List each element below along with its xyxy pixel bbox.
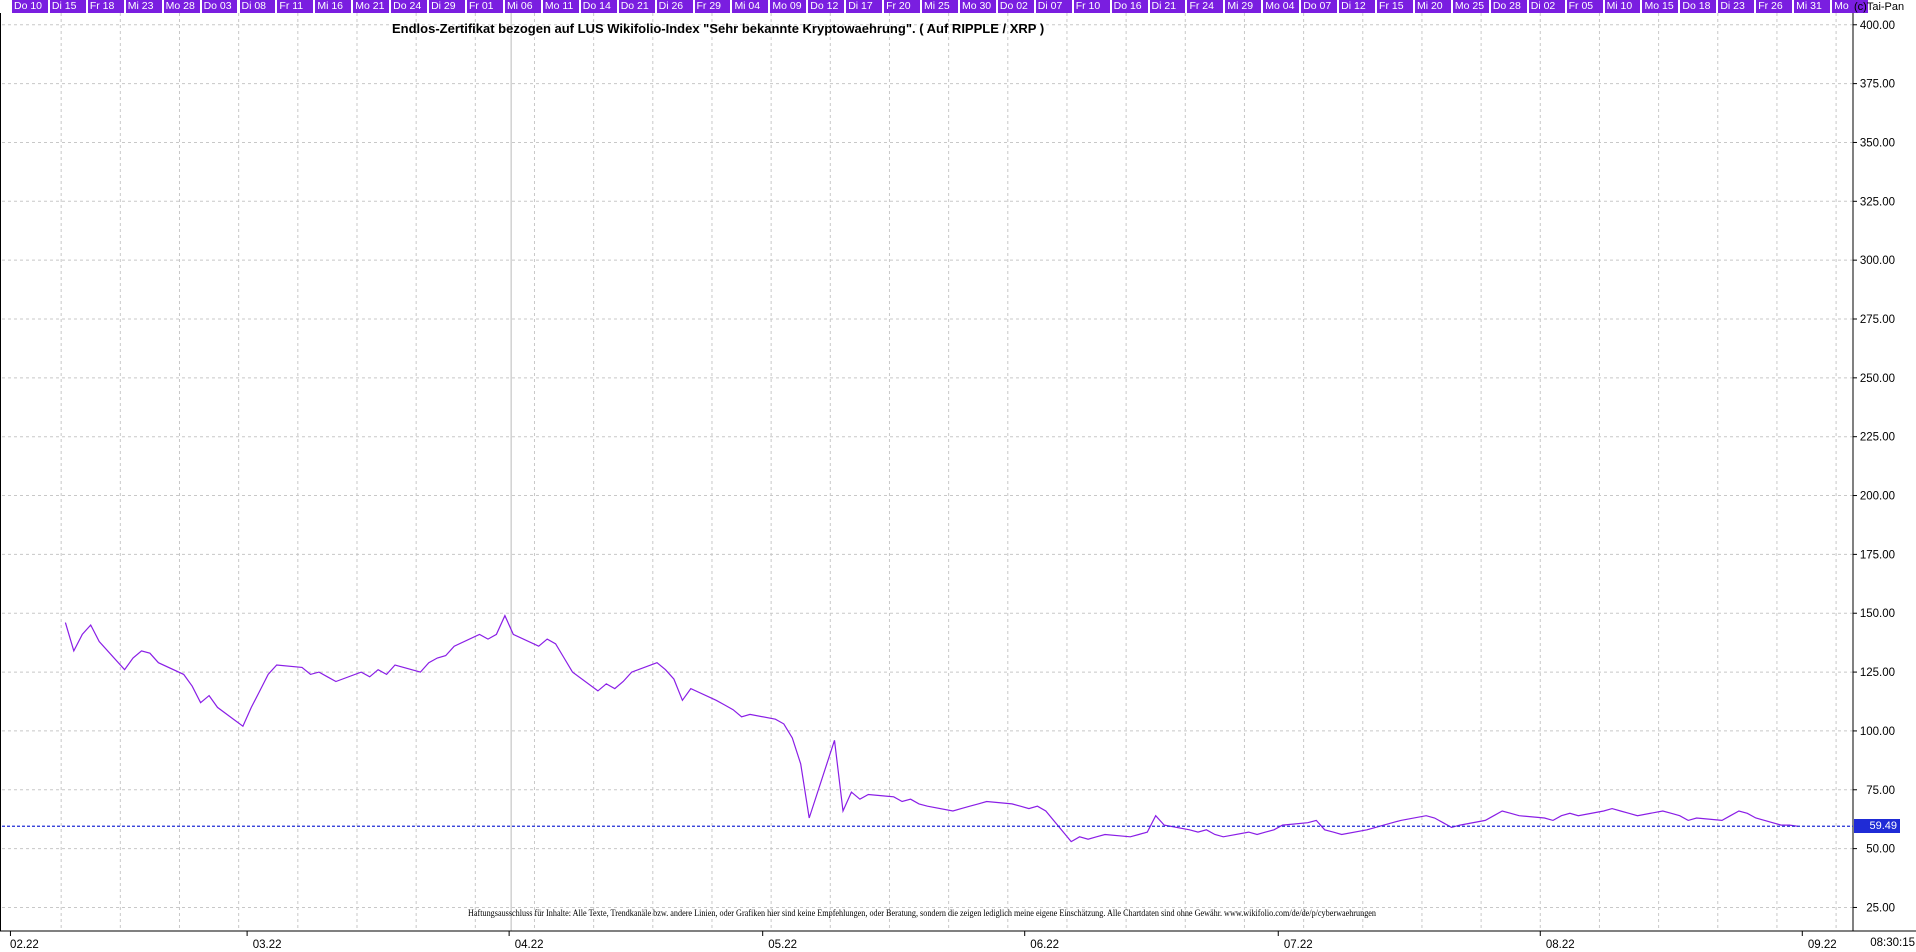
x-axis: 02.22 03.22 04.22 05.22 06.22 07.22 08.22 09.22 [10,939,1837,951]
date-strip-label: Fr 26 [1756,0,1793,13]
x-tick-label: 07.22 [1284,939,1313,951]
date-strip-label: Mo 30 [959,0,996,13]
price-chart: 25.00 50.00 75.00 100.00 125.00 150.00 175.00 2… [0,13,1916,951]
date-strip-label: Mo 28 [163,0,200,13]
y-tick-label: 150.00 [1860,608,1895,620]
date-strip-label: Mi 04 [732,0,769,13]
date-strip-label: Mo 04 [1263,0,1300,13]
date-strip-label: Mi 31 [1794,0,1831,13]
y-tick-label: 225.00 [1860,432,1895,444]
date-strip-label: Fr 05 [1566,0,1603,13]
x-tick-label: 05.22 [768,939,797,951]
date-strip-label: Di 08 [239,0,276,13]
y-tick-label: 325.00 [1860,196,1895,208]
date-strip-label: Mi 10 [1604,0,1641,13]
copyright-label: (c)Tai-Pan [1854,1,1905,13]
date-strip: Do 10 Di 15 Fr 18 Mi 23 Mo 28 Do 03 Di 08 Fr 11… [0,0,1916,13]
chart-grid [2,13,1853,931]
date-strip-label: Do 03 [201,0,238,13]
date-strip-label: Do 14 [580,0,617,13]
date-strip-label: Di 21 [1149,0,1186,13]
date-strip-label: Do 24 [391,0,428,13]
date-strip-label: Do 12 [808,0,845,13]
date-strip-label: Mo 11 [542,0,579,13]
date-strip-label: Di 29 [429,0,465,13]
date-strip-label: Mi 06 [504,0,541,13]
y-tick-label: 75.00 [1866,785,1895,797]
y-axis: 25.00 50.00 75.00 100.00 125.00 150.00 175.00 2… [1860,20,1895,915]
chart-title: Endlos-Zertifikat bezogen auf LUS Wikifo… [392,21,1045,36]
date-strip-label: Fr 29 [694,0,731,13]
date-strip-label: Fr 18 [87,0,124,13]
date-strip-label: Di 07 [1035,0,1072,13]
date-strip-label: Di 17 [846,0,883,13]
y-tick-label: 350.00 [1860,137,1895,149]
date-strip-label: Do 18 [1680,0,1717,13]
date-strip-label: Fr 20 [884,0,921,13]
date-strip-label: Do 02 [997,0,1034,13]
x-tick-label: 06.22 [1030,939,1059,951]
price-line [64,614,1799,843]
date-strip-label: Do 21 [618,0,655,13]
x-tick-label: 02.22 [10,939,39,951]
date-strip-label: Mi 29 [1225,0,1262,13]
chart-axes [0,13,1916,936]
y-tick-label: 25.00 [1866,902,1895,914]
date-strip-label: Do 16 [1111,0,1148,13]
disclaimer-text: Haftungsausschluss für Inhalte: Alle Tex… [468,909,1376,919]
date-strip-label: Fr 01 [467,0,503,13]
date-strip-label: Di 02 [1528,0,1565,13]
date-strip-label: Mo 25 [1452,0,1489,13]
date-strip-label: Do 28 [1490,0,1527,13]
timestamp: 08:30:15 [1870,937,1915,949]
date-strip-label: Di 23 [1718,0,1755,13]
date-strip-label: Mo 21 [353,0,390,13]
price-series [64,614,1799,843]
x-tick-label: 03.22 [253,939,282,951]
last-value-badge: 59.49 [1854,819,1900,834]
date-strip-label: Mo 15 [1642,0,1679,13]
date-strip-label: Fr 10 [1073,0,1110,13]
date-strip-label: Mi 20 [1414,0,1451,13]
date-strip-label: Fr 24 [1187,0,1224,13]
x-tick-label: 04.22 [515,939,544,951]
y-tick-label: 100.00 [1860,726,1895,738]
date-strip-label: Di 26 [656,0,693,13]
y-tick-label: 50.00 [1866,844,1895,856]
x-tick-label: 09.22 [1808,939,1837,951]
y-tick-label: 200.00 [1860,491,1895,503]
date-strip-label: Mi 25 [922,0,958,13]
y-tick-label: 250.00 [1860,373,1895,385]
date-strip-label: Di 12 [1339,0,1376,13]
date-strip-label: Mo 09 [770,0,807,13]
y-tick-label: 300.00 [1860,255,1895,267]
date-strip-label: Do 10 [12,0,48,13]
y-tick-label: 175.00 [1860,549,1895,561]
y-tick-label: 125.00 [1860,667,1895,679]
x-tick-label: 08.22 [1546,939,1575,951]
y-tick-label: 275.00 [1860,314,1895,326]
date-strip-label: Mi 16 [315,0,352,13]
date-strip-label: Di 15 [49,0,86,13]
date-strip-label: Fr 15 [1377,0,1413,13]
date-strip-label: Do 07 [1301,0,1338,13]
y-tick-label: 400.00 [1860,20,1895,32]
date-strip-label: Mi 23 [125,0,162,13]
date-strip-label: Fr 11 [277,0,314,13]
y-tick-label: 375.00 [1860,79,1895,91]
